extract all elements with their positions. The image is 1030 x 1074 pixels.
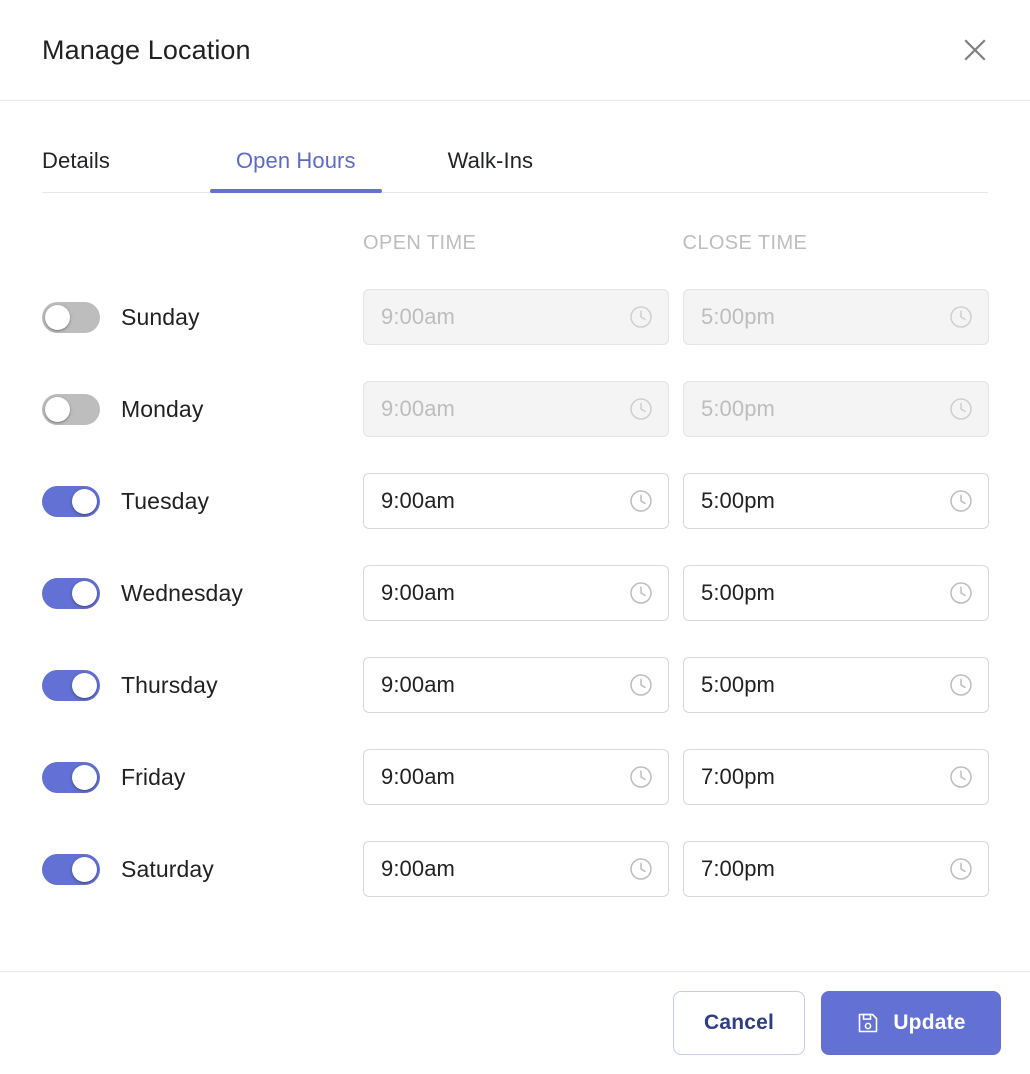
- toggle-knob: [72, 857, 97, 882]
- close-time-value: 5:00pm: [701, 396, 948, 422]
- page-title: Manage Location: [42, 37, 251, 64]
- close-time-value: 7:00pm: [701, 856, 948, 882]
- dialog-header: Manage Location: [0, 0, 1030, 101]
- open-time-value: 9:00am: [381, 304, 628, 330]
- open-time-field-wednesday[interactable]: 9:00am: [363, 565, 669, 621]
- toggle-knob: [45, 397, 70, 422]
- day-label: Friday: [121, 764, 363, 791]
- toggle-knob: [45, 305, 70, 330]
- clock-icon[interactable]: [628, 856, 654, 882]
- tab-open-hours[interactable]: Open Hours: [236, 148, 356, 193]
- toggle-knob: [72, 765, 97, 790]
- clock-icon[interactable]: [628, 580, 654, 606]
- day-row: Thursday 9:00am 5:00pm: [42, 657, 988, 713]
- open-time-field-thursday[interactable]: 9:00am: [363, 657, 669, 713]
- update-button-label: Update: [893, 1011, 965, 1035]
- day-toggle-wednesday[interactable]: [42, 578, 100, 609]
- open-time-field-friday[interactable]: 9:00am: [363, 749, 669, 805]
- close-time-field-sunday: 5:00pm: [683, 289, 989, 345]
- column-header-open-time: OPEN TIME: [363, 233, 682, 253]
- close-time-field-saturday[interactable]: 7:00pm: [683, 841, 989, 897]
- day-row: Saturday 9:00am 7:00pm: [42, 841, 988, 897]
- clock-icon[interactable]: [628, 672, 654, 698]
- clock-icon[interactable]: [948, 672, 974, 698]
- close-time-value: 5:00pm: [701, 672, 948, 698]
- close-time-field-wednesday[interactable]: 5:00pm: [683, 565, 989, 621]
- close-time-value: 7:00pm: [701, 764, 948, 790]
- clock-icon[interactable]: [628, 764, 654, 790]
- clock-icon: [628, 304, 654, 330]
- day-toggle-saturday[interactable]: [42, 854, 100, 885]
- clock-icon[interactable]: [948, 764, 974, 790]
- toggle-knob: [72, 673, 97, 698]
- day-row: Wednesday 9:00am 5:00pm: [42, 565, 988, 621]
- day-toggle-monday[interactable]: [42, 394, 100, 425]
- dialog-footer: Cancel Update: [0, 971, 1030, 1074]
- open-time-value: 9:00am: [381, 396, 628, 422]
- clock-icon: [948, 304, 974, 330]
- clock-icon: [948, 396, 974, 422]
- close-button[interactable]: [958, 33, 992, 67]
- day-row: Monday 9:00am 5:00pm: [42, 381, 988, 437]
- day-toggle-tuesday[interactable]: [42, 486, 100, 517]
- close-time-field-thursday[interactable]: 5:00pm: [683, 657, 989, 713]
- manage-location-dialog: Manage Location Details Open Hours Walk-…: [0, 0, 1030, 1074]
- day-row: Tuesday 9:00am 5:00pm: [42, 473, 988, 529]
- day-row: Sunday 9:00am 5:00pm: [42, 289, 988, 345]
- close-time-field-friday[interactable]: 7:00pm: [683, 749, 989, 805]
- day-toggle-friday[interactable]: [42, 762, 100, 793]
- close-time-value: 5:00pm: [701, 580, 948, 606]
- toggle-knob: [72, 489, 97, 514]
- open-time-value: 9:00am: [381, 856, 628, 882]
- open-time-value: 9:00am: [381, 672, 628, 698]
- day-label: Tuesday: [121, 488, 363, 515]
- day-label: Wednesday: [121, 580, 363, 607]
- open-time-field-sunday: 9:00am: [363, 289, 669, 345]
- clock-icon[interactable]: [628, 488, 654, 514]
- open-time-value: 9:00am: [381, 488, 628, 514]
- clock-icon[interactable]: [948, 488, 974, 514]
- open-hours-panel: OPEN TIME CLOSE TIME Sunday 9:00am 5:00p…: [0, 193, 1030, 971]
- cancel-button[interactable]: Cancel: [673, 991, 805, 1055]
- close-time-value: 5:00pm: [701, 488, 948, 514]
- clock-icon[interactable]: [948, 856, 974, 882]
- day-toggle-sunday[interactable]: [42, 302, 100, 333]
- open-time-field-monday: 9:00am: [363, 381, 669, 437]
- clock-icon: [628, 396, 654, 422]
- open-time-value: 9:00am: [381, 764, 628, 790]
- day-label: Monday: [121, 396, 363, 423]
- open-time-value: 9:00am: [381, 580, 628, 606]
- clock-icon[interactable]: [948, 580, 974, 606]
- tab-bar: Details Open Hours Walk-Ins: [0, 101, 1030, 193]
- close-time-value: 5:00pm: [701, 304, 948, 330]
- day-row: Friday 9:00am 7:00pm: [42, 749, 988, 805]
- tab-walk-ins[interactable]: Walk-Ins: [448, 148, 534, 193]
- open-time-field-saturday[interactable]: 9:00am: [363, 841, 669, 897]
- tab-details[interactable]: Details: [42, 148, 110, 193]
- day-label: Saturday: [121, 856, 363, 883]
- day-label: Sunday: [121, 304, 363, 331]
- day-label: Thursday: [121, 672, 363, 699]
- close-time-field-monday: 5:00pm: [683, 381, 989, 437]
- close-time-field-tuesday[interactable]: 5:00pm: [683, 473, 989, 529]
- day-toggle-thursday[interactable]: [42, 670, 100, 701]
- close-icon: [961, 36, 989, 64]
- toggle-knob: [72, 581, 97, 606]
- column-headers: OPEN TIME CLOSE TIME: [42, 193, 988, 253]
- save-icon: [856, 1011, 880, 1035]
- column-header-close-time: CLOSE TIME: [682, 233, 988, 253]
- open-time-field-tuesday[interactable]: 9:00am: [363, 473, 669, 529]
- update-button[interactable]: Update: [821, 991, 1001, 1055]
